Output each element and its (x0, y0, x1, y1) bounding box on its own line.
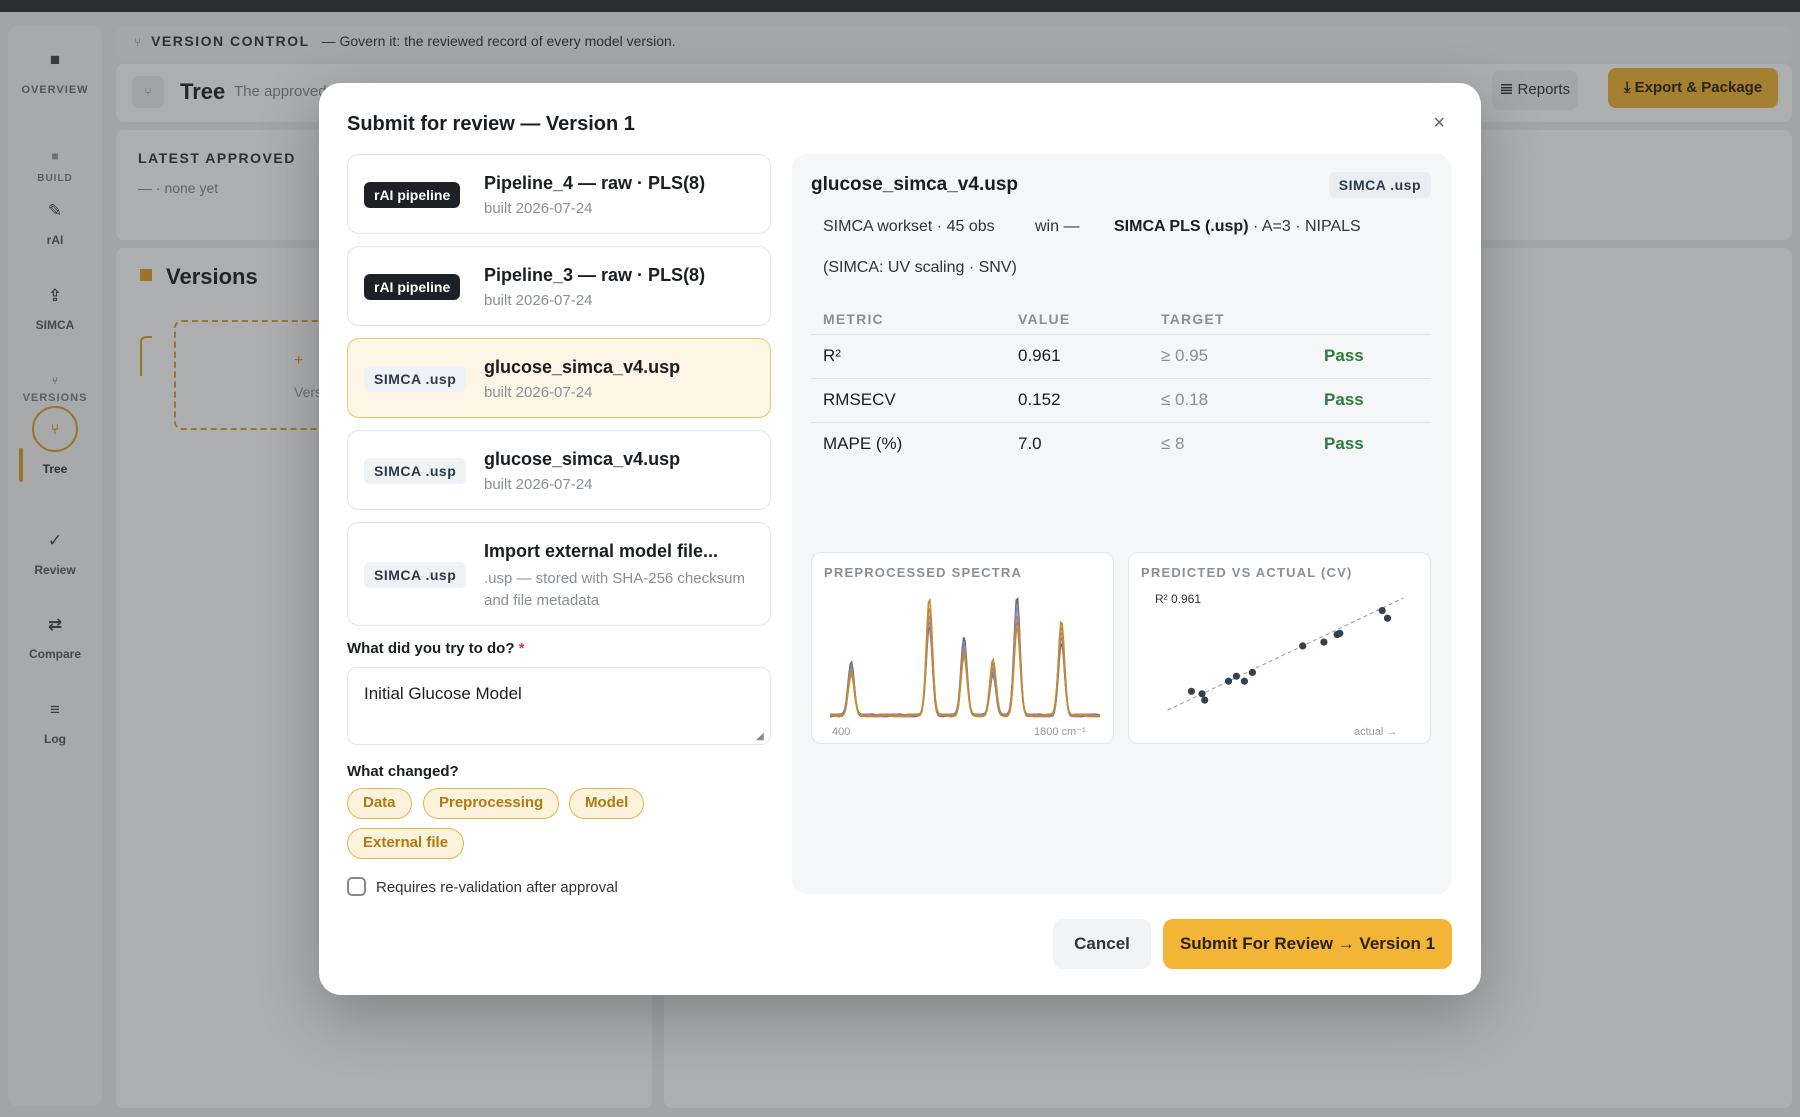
option-date: built 2026-07-24 (484, 292, 593, 309)
option-description: .usp — stored with SHA-256 checksum and … (484, 570, 745, 609)
metric-target: ≥ 0.95 (1149, 333, 1312, 378)
metrics-table: METRIC VALUE TARGET R² 0.961 ≥ 0.95 Pass… (811, 304, 1431, 466)
metric-status: Pass (1312, 421, 1431, 466)
submit-for-review-button[interactable]: Submit For Review → Version 1 (1163, 919, 1452, 969)
metric-column-header: METRIC (823, 310, 884, 327)
submit-review-dialog: Submit for review — Version 1 × rAI pipe… (319, 83, 1481, 995)
chip-model[interactable]: Model (569, 788, 645, 819)
preview-scaling-note: (SIMCA: UV scaling · SNV) (823, 259, 1017, 276)
option-date: built 2026-07-24 (484, 200, 593, 217)
scatter-point-1 (1187, 687, 1195, 695)
table-row: RMSECV 0.152 ≤ 0.18 Pass (811, 377, 1431, 422)
metric-value: 7.0 (1006, 421, 1149, 466)
option-name: Pipeline_4 — raw · PLS(8) (484, 173, 706, 193)
scatter-point-9 (1320, 638, 1328, 646)
preview-window: win — (1035, 218, 1080, 235)
revalidation-checkbox[interactable] (347, 877, 366, 896)
scatter-point-8 (1299, 642, 1307, 650)
scatter-point-2 (1198, 690, 1206, 698)
goal-textarea[interactable] (347, 667, 771, 745)
metric-target: ≤ 8 (1149, 421, 1312, 466)
scatter-point-13 (1383, 614, 1392, 622)
source-badge: rAI pipeline (364, 182, 461, 208)
cancel-button[interactable]: Cancel (1053, 919, 1151, 969)
table-row: R² 0.961 ≥ 0.95 Pass (811, 333, 1431, 378)
option-glucose-simca-selected[interactable]: SIMCA .usp glucose_simca_v4.usp built 20… (347, 338, 771, 418)
scatter-point-3 (1201, 696, 1209, 704)
resize-handle-icon[interactable]: ◢ (756, 731, 764, 742)
close-icon[interactable]: × (1433, 113, 1445, 133)
scatter-svg: R² 0.961 actual → (1155, 592, 1404, 738)
metric-value: 0.152 (1006, 377, 1149, 422)
goal-label: What did you try to do? * (347, 640, 525, 657)
metric-name: RMSECV (811, 377, 1006, 422)
metric-status: Pass (1312, 377, 1431, 422)
metric-name: R² (811, 333, 1006, 378)
scatter-point-4 (1224, 677, 1233, 685)
option-date: built 2026-07-24 (484, 476, 593, 493)
changed-label: What changed? (347, 763, 459, 780)
chip-data[interactable]: Data (347, 788, 412, 819)
chip-external-file[interactable]: External file (347, 828, 465, 859)
scatter-point-12 (1378, 607, 1386, 615)
spectra-svg: 400 1800 cm⁻¹ (829, 596, 1101, 738)
scatter-point-11 (1336, 629, 1344, 637)
status-column-header (1312, 304, 1431, 334)
source-badge: SIMCA .usp (364, 366, 467, 392)
option-pipeline-4[interactable]: rAI pipeline Pipeline_4 — raw · PLS(8) b… (347, 154, 771, 234)
option-name: Import external model file... (484, 541, 719, 561)
source-badge: SIMCA .usp (364, 562, 467, 588)
revalidation-checkbox-row[interactable]: Requires re-validation after approval (347, 877, 618, 896)
option-glucose-simca[interactable]: SIMCA .usp glucose_simca_v4.usp built 20… (347, 430, 771, 510)
x-tick-label-end: 1800 cm⁻¹ (1034, 726, 1086, 738)
required-marker: * (518, 640, 525, 657)
value-column-header: VALUE (1018, 310, 1071, 327)
scatter-point-6 (1240, 677, 1248, 685)
option-import-external[interactable]: SIMCA .usp Import external model file...… (347, 522, 771, 626)
option-name: glucose_simca_v4.usp (484, 449, 681, 469)
source-badge: rAI pipeline (364, 274, 461, 300)
x-tick-label-start: 400 (832, 726, 850, 738)
preview-workset: SIMCA workset · 45 obs (823, 218, 995, 235)
scatter-point-7 (1248, 668, 1256, 676)
option-name: glucose_simca_v4.usp (484, 357, 681, 377)
metric-status: Pass (1312, 333, 1431, 378)
predicted-vs-actual-plot: PREDICTED VS ACTUAL (CV) R² 0.961 actual… (1128, 552, 1431, 744)
scatter-point-5 (1232, 672, 1240, 680)
x-axis-label: actual → (1354, 726, 1397, 738)
table-row: MAPE (%) 7.0 ≤ 8 Pass (811, 421, 1431, 466)
option-date: built 2026-07-24 (484, 384, 593, 401)
target-column-header: TARGET (1161, 310, 1225, 327)
option-pipeline-3[interactable]: rAI pipeline Pipeline_3 — raw · PLS(8) b… (347, 246, 771, 326)
option-name: Pipeline_3 — raw · PLS(8) (484, 265, 706, 285)
metric-target: ≤ 0.18 (1149, 377, 1312, 422)
preview-source-badge: SIMCA .usp (1328, 172, 1431, 198)
metric-value: 0.961 (1006, 333, 1149, 378)
revalidation-label: Requires re-validation after approval (376, 879, 618, 896)
preview-file-name: glucose_simca_v4.usp (811, 174, 1018, 195)
metrics-header-row: METRIC VALUE TARGET (811, 304, 1431, 334)
preview-model: SIMCA PLS (.usp) · A=3 · NIPALS (1114, 218, 1361, 235)
metric-name: MAPE (%) (811, 421, 1006, 466)
spectra-plot: PREPROCESSED SPECTRA 400 1800 cm⁻¹ (811, 552, 1114, 744)
dialog-title: Submit for review — Version 1 (347, 113, 635, 135)
model-preview-panel: glucose_simca_v4.usp SIMCA .usp SIMCA wo… (792, 154, 1451, 894)
chip-preprocessing[interactable]: Preprocessing (423, 788, 560, 819)
r2-annotation: R² 0.961 (1155, 592, 1201, 606)
source-badge: SIMCA .usp (364, 458, 467, 484)
